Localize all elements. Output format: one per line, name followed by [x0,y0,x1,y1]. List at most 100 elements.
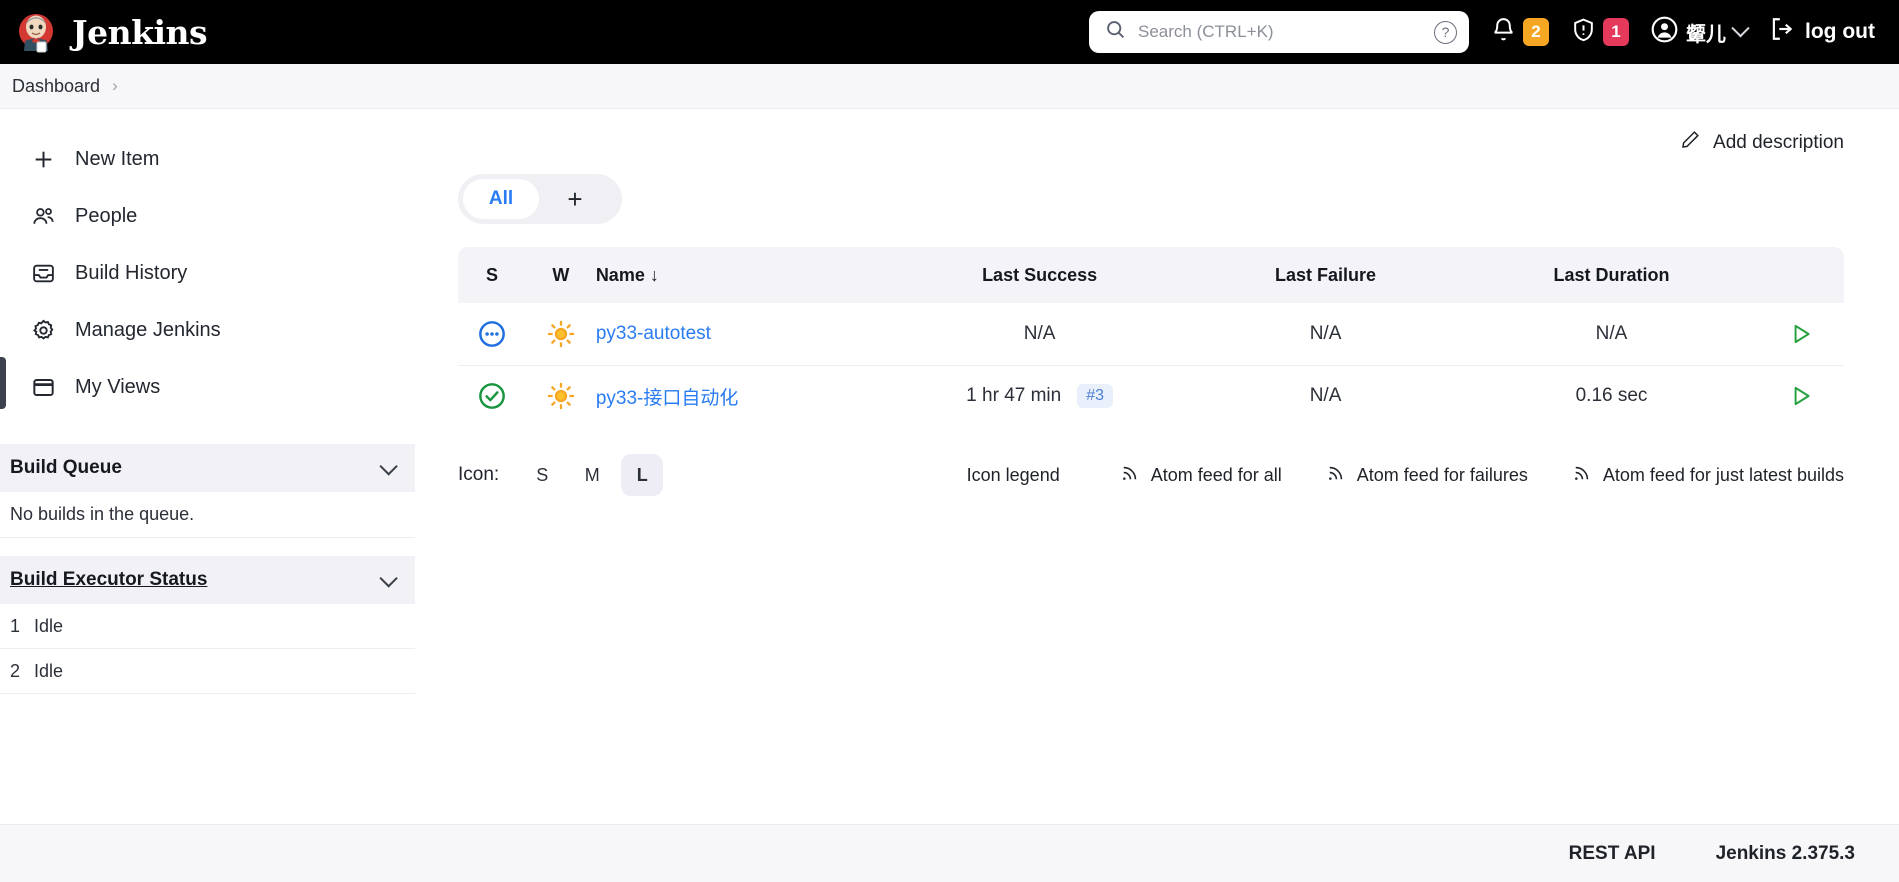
security-badge: 1 [1603,18,1630,46]
jobs-table-header-row: S W Name ↓ Last Success Last Failure Las… [458,247,1844,303]
column-header-status[interactable]: S [458,247,526,303]
tab-all[interactable]: All [463,179,539,219]
cell-weather [525,365,596,427]
cell-last-duration: N/A [1465,303,1758,366]
jenkins-butler-logo [14,10,58,54]
search-icon [1105,19,1126,45]
atom-feed-all-link[interactable]: Atom feed for all [1120,463,1282,488]
icon-size-label: Icon: [458,464,500,485]
icon-size-m[interactable]: M [571,454,613,496]
sidebar-item-my-views[interactable]: My Views [0,359,415,416]
sunny-icon[interactable] [526,382,596,410]
sidebar-item-label: People [75,205,138,227]
add-description-button[interactable]: Add description [1680,129,1844,156]
add-description-label: Add description [1713,131,1844,153]
cell-last-success: 1 hr 47 min #3 [894,365,1186,427]
notifications-badge: 2 [1523,18,1550,46]
search-input[interactable] [1138,22,1423,42]
executor-row[interactable]: 1 Idle [0,604,415,649]
icon-legend-link[interactable]: Icon legend [967,465,1060,486]
jobs-table-body: py33-autotest N/A N/A N/A py33-接口自动化 1 h… [458,303,1844,427]
chevron-down-icon [1731,18,1750,37]
tab-add-view[interactable]: + [539,179,611,219]
table-row: py33-autotest N/A N/A N/A [458,303,1844,366]
icon-size-l[interactable]: L [621,454,664,496]
cell-last-success: N/A [894,303,1186,366]
security-button[interactable]: 1 [1571,17,1630,47]
column-header-weather[interactable]: W [525,247,596,303]
brand-title: Jenkins [72,12,208,52]
gear-icon [30,317,57,344]
job-link[interactable]: py33-接口自动化 [596,388,739,409]
last-success-value: N/A [1023,322,1056,344]
breadcrumb: Dashboard › [0,64,1899,109]
cell-weather [525,303,596,366]
build-queue-title: Build Queue [10,457,122,478]
column-header-name-label: Name [595,264,645,285]
sidebar-item-label: Build History [75,262,188,284]
cell-status [458,303,526,366]
rss-icon [1572,463,1592,488]
build-executor-panel: Build Executor Status 1 Idle 2 Idle [0,556,415,694]
build-queue-header[interactable]: Build Queue [0,444,415,492]
atom-feed-latest-link[interactable]: Atom feed for just latest builds [1572,463,1844,488]
help-circle-icon[interactable]: ? [1434,20,1458,44]
build-queue-panel: Build Queue No builds in the queue. [0,444,415,538]
header-actions: ? 2 1 [1089,11,1875,53]
build-queue-empty: No builds in the queue. [0,492,415,538]
logout-button[interactable]: log out [1769,16,1875,48]
job-link[interactable]: py33-autotest [596,323,711,344]
column-header-last-duration[interactable]: Last Duration [1465,247,1758,303]
sunny-icon[interactable] [526,320,596,348]
column-header-name[interactable]: Name ↓ [595,247,895,303]
rest-api-link[interactable]: REST API [1569,843,1656,865]
column-header-last-failure[interactable]: Last Failure [1185,247,1466,303]
sidebar-item-new-item[interactable]: New Item [0,131,415,188]
jenkins-home-link[interactable]: Jenkins [14,10,208,54]
sidebar-item-label: Manage Jenkins [75,319,221,341]
executor-number: 2 [10,660,21,681]
atom-feed-latest-label: Atom feed for just latest builds [1602,464,1844,485]
status-pending-icon[interactable] [458,320,526,348]
user-menu[interactable]: 颦儿 [1651,16,1750,48]
build-number-badge[interactable]: #3 [1077,384,1114,409]
cell-last-failure: N/A [1185,303,1466,366]
plus-icon [30,146,57,173]
rss-icon [1326,463,1346,488]
breadcrumb-item-dashboard[interactable]: Dashboard [12,76,100,97]
chevron-down-icon[interactable] [379,456,398,476]
run-build-icon[interactable] [1757,321,1844,347]
cell-run [1757,303,1844,366]
sidebar-item-build-history[interactable]: Build History [0,245,415,302]
cell-last-failure: N/A [1185,365,1466,427]
main-content: Add description All + S W Name ↓ Last Su… [415,109,1899,882]
atom-feed-failures-label: Atom feed for failures [1356,464,1528,485]
inbox-icon [30,260,57,287]
page-body: New Item People Build History Manage Jen… [0,109,1899,882]
jenkins-version-label[interactable]: Jenkins 2.375.3 [1716,843,1855,865]
atom-feed-all-label: Atom feed for all [1150,464,1282,485]
build-executor-header[interactable]: Build Executor Status [0,556,415,604]
run-build-icon[interactable] [1757,383,1844,409]
build-executor-title: Build Executor Status [10,569,208,590]
search-box[interactable]: ? [1089,11,1470,53]
atom-feed-failures-link[interactable]: Atom feed for failures [1326,463,1528,488]
window-icon [30,374,57,401]
jobs-table-head: S W Name ↓ Last Success Last Failure Las… [458,247,1844,303]
pencil-icon [1680,129,1701,156]
cell-name: py33-接口自动化 [595,365,895,427]
column-header-last-success[interactable]: Last Success [894,247,1186,303]
executor-status: Idle [34,660,64,681]
app-header: Jenkins ? 2 [0,0,1899,64]
jobs-table: S W Name ↓ Last Success Last Failure Las… [458,247,1844,427]
sidebar-item-manage-jenkins[interactable]: Manage Jenkins [0,302,415,359]
status-success-icon[interactable] [458,382,526,410]
icon-size-selector: Icon: S M L [458,454,664,496]
chevron-down-icon[interactable] [379,568,398,588]
user-name: 颦儿 [1686,23,1727,46]
executor-row[interactable]: 2 Idle [0,649,415,694]
page-footer: REST API Jenkins 2.375.3 [0,824,1899,882]
sidebar-item-people[interactable]: People [0,188,415,245]
notifications-button[interactable]: 2 [1491,17,1550,47]
icon-size-s[interactable]: S [521,454,563,496]
